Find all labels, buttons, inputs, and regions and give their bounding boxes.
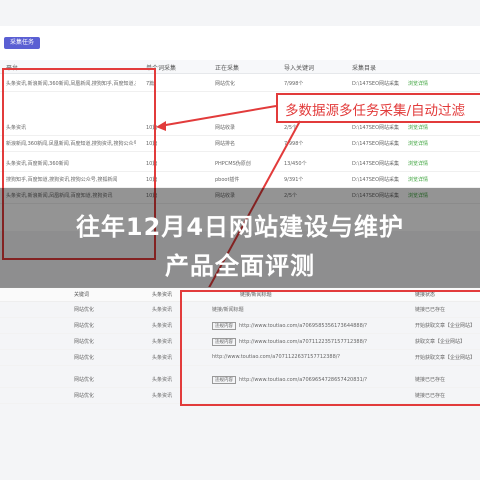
row-site: 网站收录	[215, 125, 236, 131]
log-source: 头条资讯	[152, 307, 173, 313]
row-progress: 7/998个	[284, 141, 304, 147]
add-task-button[interactable]: 采集任务	[4, 37, 41, 49]
row-output: D:\147SEO网站采集	[352, 81, 400, 87]
log-site: 网站优化	[74, 339, 95, 345]
row-output: D:\147SEO网站采集	[352, 125, 400, 131]
row-output: D:\147SEO网站采集	[352, 161, 400, 167]
banner-title-line1: 往年12月4日网站建设与维护	[75, 213, 405, 241]
log-col-keyword: 关键词	[74, 292, 90, 298]
log-source: 头条资讯	[152, 323, 173, 329]
log-site: 网站优化	[74, 393, 95, 399]
log-source: 头条资讯	[152, 355, 173, 361]
row-detail-link[interactable]: 浏览详情	[408, 160, 428, 167]
callout-text: 多数据源多任务采集/自动过滤	[285, 103, 466, 119]
feature-callout: 多数据源多任务采集/自动过滤	[276, 93, 480, 123]
log-site: 网站优化	[74, 377, 95, 383]
log-highlight-box	[180, 290, 480, 406]
log-site: 网站优化	[74, 307, 95, 313]
row-detail-link[interactable]: 浏览详情	[408, 176, 428, 183]
log-source: 头条资讯	[152, 393, 173, 399]
row-detail-link[interactable]: 浏览详情	[408, 80, 428, 87]
row-progress: 2/5个	[284, 125, 298, 131]
log-site: 网站优化	[74, 323, 95, 329]
log-site: 网站优化	[74, 355, 95, 361]
row-site: 网站优化	[215, 81, 236, 87]
col-dir: 采集目录	[352, 65, 377, 72]
col-keywords: 导入关键词	[284, 65, 315, 72]
row-detail-link[interactable]: 浏览详情	[408, 124, 428, 131]
row-site: 网站排名	[215, 141, 236, 147]
row-progress: 7/998个	[284, 81, 304, 87]
row-site: PHPCMS伪原创	[215, 161, 251, 167]
row-detail-link[interactable]: 浏览详情	[408, 140, 428, 147]
log-source: 头条资讯	[152, 377, 173, 383]
col-collecting: 正在采集	[215, 65, 240, 72]
log-col-source: 头条资讯	[152, 292, 173, 298]
row-site: pboot插件	[215, 177, 240, 183]
log-source: 头条资讯	[152, 339, 173, 345]
row-progress: 9/391个	[284, 177, 304, 183]
row-output: D:\147SEO网站采集	[352, 141, 400, 147]
app-window: 采集任务 平台 单个词采集 正在采集 导入关键词 采集目录 头条资讯,新浪新闻,…	[0, 0, 480, 480]
banner-title-line2: 产品全面评测	[165, 252, 315, 280]
row-progress: 13/450个	[284, 161, 307, 167]
row-output: D:\147SEO网站采集	[352, 177, 400, 183]
